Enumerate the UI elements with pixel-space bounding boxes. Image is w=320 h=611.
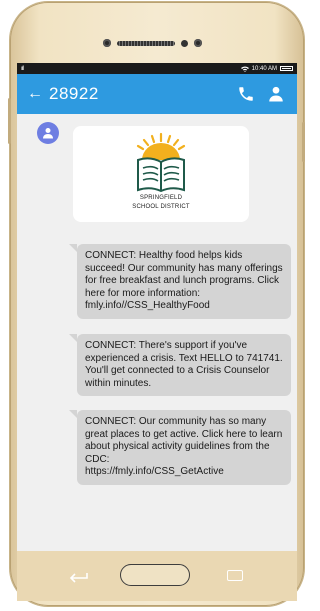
status-time: 10:40 AM [251,65,277,72]
logo-line-1: SPRINGFIELD [139,195,183,201]
back-arrow-icon[interactable]: ← [27,85,49,103]
app-bar: ← 28922 [17,74,297,114]
logo-line-2: SCHOOL DISTRICT [132,204,190,210]
phone-icon[interactable] [235,83,257,105]
sensor-icon [180,39,188,47]
conversation-title: 28922 [49,84,99,103]
front-camera-icon [102,39,111,47]
navigation-bar [17,551,297,601]
avatar[interactable] [37,122,59,144]
conversation-area[interactable]: SPRINGFIELD SCHOOL DISTRICT CONNECT: Hea… [17,114,297,551]
message-bubble[interactable]: CONNECT: There's support if you've exper… [69,334,291,396]
wifi-icon [240,66,249,72]
phone-screen: ııll 10:40 AM ← 28922 SPRINGFIELD SCHOOL… [17,63,297,551]
person-icon [43,128,53,139]
back-nav-icon[interactable] [69,569,91,583]
message-bubble[interactable]: CONNECT: Our community has so many great… [69,410,291,485]
message-bubble[interactable]: CONNECT: Healthy food helps kids succeed… [69,244,291,319]
power-button [302,122,305,162]
home-button[interactable] [120,564,190,586]
person-icon[interactable] [265,83,287,105]
volume-button [8,98,11,144]
second-camera-icon [193,39,202,47]
school-logo-icon [136,132,186,193]
recent-apps-icon[interactable] [227,570,243,581]
status-bar: ııll 10:40 AM [17,63,297,74]
top-bezel [90,38,214,48]
signal-icon: ııll [21,65,24,72]
earpiece-speaker [116,40,175,46]
logo-image-message[interactable]: SPRINGFIELD SCHOOL DISTRICT [73,126,249,222]
battery-icon [280,66,293,71]
